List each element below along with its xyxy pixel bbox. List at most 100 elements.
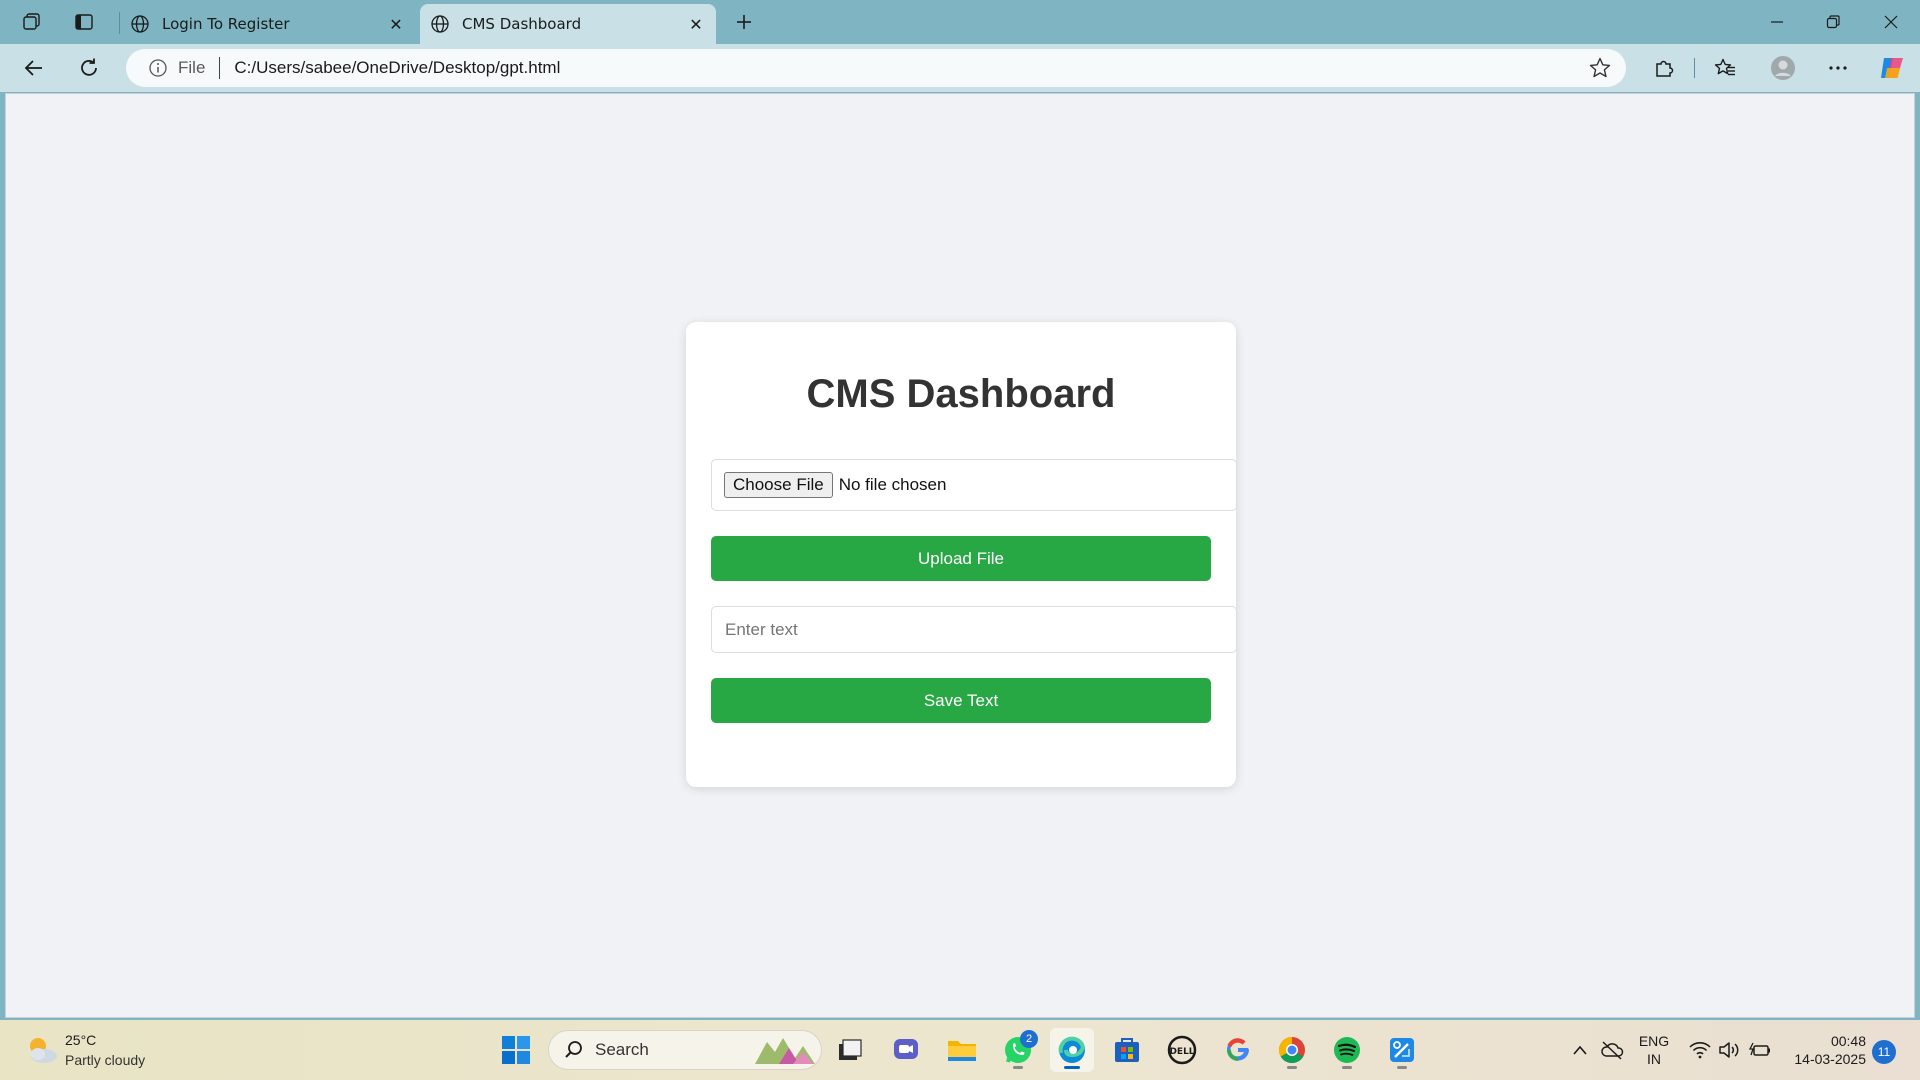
close-icon bbox=[1884, 15, 1898, 29]
close-window-button[interactable] bbox=[1862, 0, 1920, 44]
refresh-icon bbox=[81, 58, 97, 76]
globe-icon bbox=[131, 15, 149, 33]
show-hidden-icons-button[interactable] bbox=[1568, 1038, 1592, 1062]
cloud-offline-icon bbox=[1601, 1041, 1624, 1060]
save-text-button[interactable]: Save Text bbox=[711, 678, 1211, 723]
edge-app[interactable] bbox=[1050, 1028, 1094, 1072]
plus-icon bbox=[737, 15, 751, 29]
page-title: CMS Dashboard bbox=[806, 372, 1116, 416]
task-view-icon bbox=[839, 1039, 862, 1060]
battery-status[interactable] bbox=[1748, 1038, 1772, 1062]
snipping-tool-icon bbox=[1390, 1038, 1414, 1062]
address-separator bbox=[219, 57, 221, 79]
tab-title: Login To Register bbox=[162, 15, 290, 33]
weather-condition[interactable]: Partly cloudy bbox=[65, 1052, 145, 1068]
workspaces-icon[interactable] bbox=[16, 8, 48, 36]
running-indicator bbox=[1287, 1066, 1297, 1069]
back-button[interactable] bbox=[16, 50, 52, 86]
dell-app[interactable]: DELL bbox=[1160, 1028, 1204, 1072]
running-indicator bbox=[1397, 1066, 1407, 1069]
language-code: ENG bbox=[1638, 1033, 1670, 1049]
avatar-icon bbox=[1771, 56, 1795, 80]
file-explorer-app[interactable] bbox=[940, 1028, 984, 1072]
spotify-app[interactable] bbox=[1325, 1028, 1369, 1072]
windows-logo-icon bbox=[502, 1036, 530, 1064]
whatsapp-app[interactable]: 2 bbox=[996, 1028, 1040, 1072]
video-chat-icon bbox=[894, 1039, 918, 1059]
url-text[interactable]: C:/Users/sabee/OneDrive/Desktop/gpt.html bbox=[234, 58, 1588, 78]
info-icon[interactable] bbox=[148, 58, 168, 78]
address-bar[interactable]: File C:/Users/sabee/OneDrive/Desktop/gpt… bbox=[126, 49, 1626, 87]
favorites-icon bbox=[1714, 58, 1735, 76]
page-viewport: CMS Dashboard Choose File No file chosen… bbox=[5, 93, 1915, 1018]
favorite-star-icon[interactable] bbox=[1588, 56, 1612, 80]
tab-title: CMS Dashboard bbox=[462, 15, 582, 33]
partly-cloudy-icon[interactable] bbox=[24, 1034, 60, 1066]
taskbar-search[interactable]: Search bbox=[548, 1030, 822, 1070]
minimize-button[interactable] bbox=[1748, 0, 1806, 44]
battery-charging-icon bbox=[1749, 1042, 1770, 1056]
notification-badge[interactable]: 11 bbox=[1872, 1040, 1896, 1064]
search-highlight-icon bbox=[755, 1038, 815, 1064]
scheme-label: File bbox=[178, 58, 206, 77]
tab-actions-icon[interactable] bbox=[68, 8, 100, 36]
minimize-icon bbox=[1771, 21, 1783, 23]
refresh-button[interactable] bbox=[71, 50, 107, 86]
browser-titlebar: Login To Register ✕ CMS Dashboard ✕ bbox=[0, 0, 1920, 44]
teams-app[interactable] bbox=[884, 1028, 928, 1072]
speaker-icon bbox=[1719, 1042, 1739, 1058]
clock-time: 00:48 bbox=[1830, 1033, 1866, 1049]
copilot-button[interactable] bbox=[1874, 50, 1910, 86]
file-status-text: No file chosen bbox=[838, 475, 947, 494]
onedrive-status[interactable] bbox=[1600, 1038, 1624, 1062]
volume-control[interactable] bbox=[1717, 1038, 1741, 1062]
store-icon bbox=[1115, 1038, 1139, 1062]
chrome-icon bbox=[1278, 1036, 1305, 1064]
weather-temperature[interactable]: 25°C bbox=[65, 1032, 96, 1048]
svg-text:DELL: DELL bbox=[1169, 1047, 1194, 1057]
google-app[interactable] bbox=[1216, 1028, 1260, 1072]
start-button[interactable] bbox=[494, 1028, 538, 1072]
language-indicator[interactable]: ENG IN bbox=[1638, 1032, 1670, 1068]
search-label: Search bbox=[595, 1040, 649, 1059]
choose-file-button[interactable]: Choose File bbox=[724, 472, 833, 498]
text-input[interactable] bbox=[711, 606, 1237, 653]
puzzle-icon bbox=[1656, 60, 1674, 77]
browser-toolbar: File C:/Users/sabee/OneDrive/Desktop/gpt… bbox=[0, 44, 1920, 92]
favorites-button[interactable] bbox=[1707, 50, 1743, 86]
language-region: IN bbox=[1647, 1051, 1661, 1067]
chrome-app[interactable] bbox=[1270, 1028, 1314, 1072]
google-icon bbox=[1227, 1038, 1249, 1061]
upload-file-button[interactable]: Upload File bbox=[711, 536, 1211, 581]
running-indicator bbox=[1013, 1066, 1023, 1069]
tab-cms-dashboard[interactable]: CMS Dashboard ✕ bbox=[420, 4, 716, 44]
microsoft-store-app[interactable] bbox=[1105, 1028, 1149, 1072]
file-input[interactable]: Choose File No file chosen bbox=[711, 459, 1237, 511]
close-tab-icon[interactable]: ✕ bbox=[686, 14, 706, 34]
edge-icon bbox=[1058, 1036, 1086, 1063]
task-view-button[interactable] bbox=[828, 1028, 872, 1072]
settings-more-button[interactable] bbox=[1820, 50, 1856, 86]
profile-button[interactable] bbox=[1765, 50, 1801, 86]
restore-icon bbox=[1826, 15, 1840, 29]
dell-logo-icon: DELL bbox=[1167, 1035, 1197, 1065]
dashboard-card: CMS Dashboard Choose File No file chosen… bbox=[686, 322, 1237, 787]
search-icon bbox=[565, 1041, 582, 1058]
new-tab-button[interactable] bbox=[728, 8, 760, 36]
close-tab-icon[interactable]: ✕ bbox=[386, 14, 406, 34]
tab-login-to-register[interactable]: Login To Register ✕ bbox=[120, 4, 416, 44]
restore-button[interactable] bbox=[1804, 0, 1862, 44]
globe-icon bbox=[431, 15, 449, 33]
extensions-button[interactable] bbox=[1646, 50, 1682, 86]
whatsapp-badge: 2 bbox=[1020, 1030, 1038, 1048]
toolbar-separator bbox=[1694, 58, 1695, 78]
active-indicator bbox=[1064, 1066, 1080, 1069]
clock-date: 14-03-2025 bbox=[1794, 1051, 1866, 1067]
network-status[interactable] bbox=[1688, 1038, 1712, 1062]
snipping-tool-app[interactable] bbox=[1380, 1028, 1424, 1072]
folder-icon bbox=[948, 1041, 976, 1061]
running-indicator bbox=[1342, 1066, 1352, 1069]
clock[interactable]: 00:48 14-03-2025 bbox=[1786, 1032, 1866, 1068]
chevron-up-icon bbox=[1573, 1045, 1587, 1055]
more-dots-icon bbox=[1829, 66, 1847, 70]
